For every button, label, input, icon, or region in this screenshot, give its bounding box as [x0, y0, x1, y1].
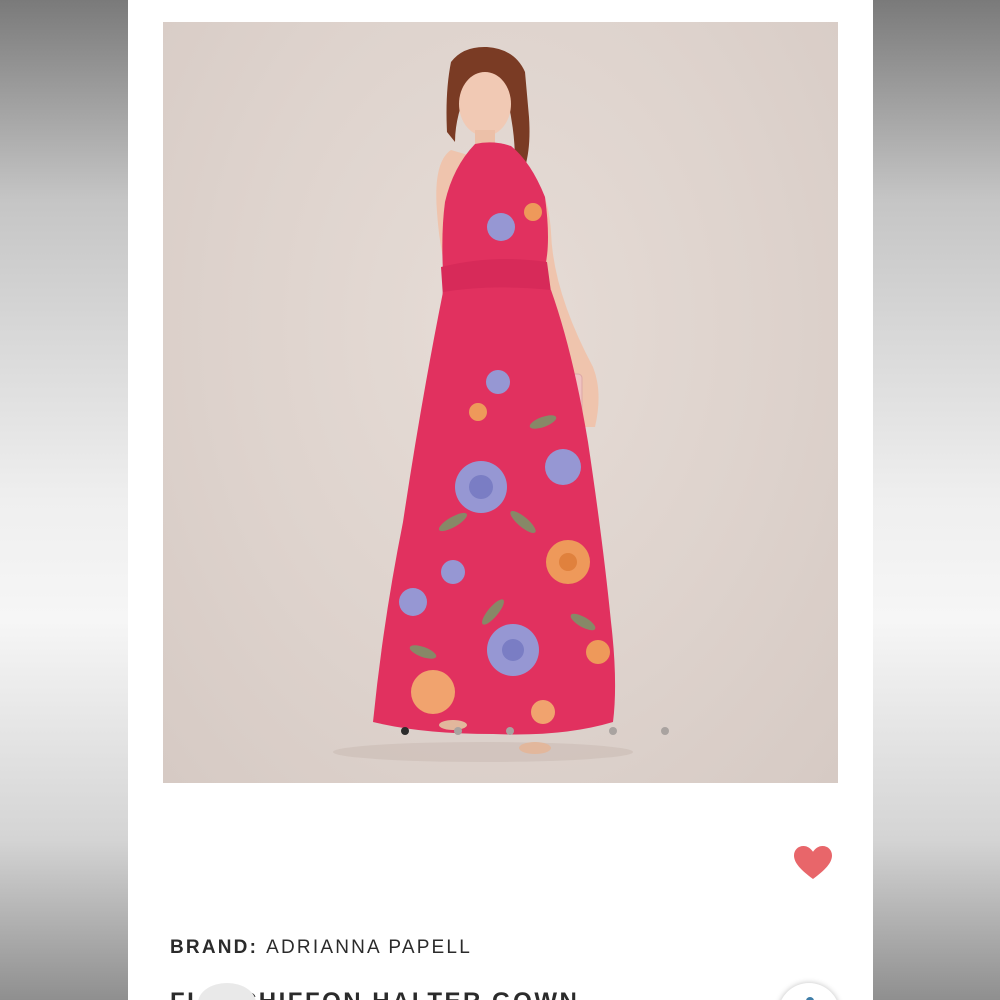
- carousel-dot-5[interactable]: [661, 727, 669, 735]
- heart-icon: [794, 846, 832, 879]
- model-illustration: [333, 46, 633, 762]
- carousel-dots: [163, 727, 838, 737]
- floating-action-button[interactable]: [778, 983, 840, 1000]
- brand-row: BRAND: ADRIANNA PAPELL: [170, 937, 472, 959]
- carousel-dot-2[interactable]: [454, 727, 462, 735]
- carousel-dot-3[interactable]: [506, 727, 514, 735]
- carousel-dot-1[interactable]: [401, 727, 409, 735]
- favorite-button[interactable]: [793, 845, 833, 881]
- carousel-dot-4[interactable]: [609, 727, 617, 735]
- brand-label: BRAND:: [170, 937, 259, 958]
- product-screen: BRAND:ADRIANNA PAPELL FL L CHIFFON HALTE…: [128, 0, 873, 1000]
- brand-value[interactable]: ADRIANNA PAPELL: [266, 937, 472, 958]
- overlay-blob: [198, 983, 256, 1000]
- background-blur-right: [873, 0, 1000, 1000]
- product-image[interactable]: [163, 22, 838, 783]
- background-blur-left: [0, 0, 128, 1000]
